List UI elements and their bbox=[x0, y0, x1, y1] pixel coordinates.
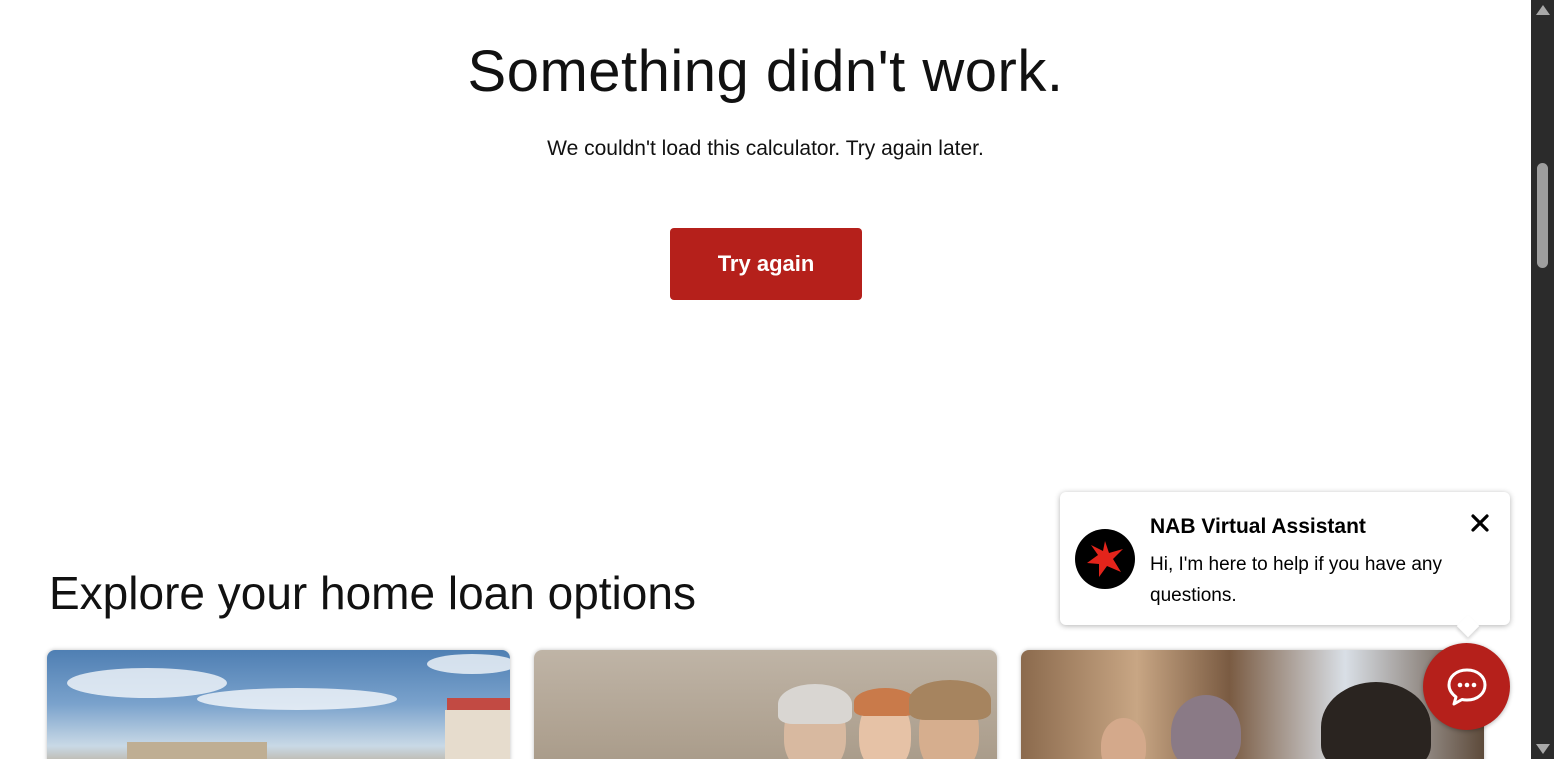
explore-section-title: Explore your home loan options bbox=[49, 567, 696, 619]
page: Something didn't work. We couldn't load … bbox=[0, 0, 1531, 759]
chat-launcher-button[interactable] bbox=[1423, 643, 1510, 730]
try-again-button[interactable]: Try again bbox=[670, 228, 862, 300]
vertical-scrollbar[interactable] bbox=[1531, 0, 1554, 759]
close-icon[interactable] bbox=[1467, 510, 1493, 536]
home-loan-card-1[interactable] bbox=[47, 650, 510, 759]
error-title: Something didn't work. bbox=[467, 39, 1064, 104]
assistant-message: Hi, I'm here to help if you have any que… bbox=[1150, 554, 1442, 606]
nab-star-logo-icon bbox=[1075, 529, 1135, 589]
assistant-title: NAB Virtual Assistant bbox=[1150, 515, 1366, 538]
chat-bubble-icon bbox=[1447, 668, 1486, 705]
virtual-assistant-popup: NAB Virtual Assistant Hi, I'm here to he… bbox=[1060, 492, 1510, 625]
home-loan-card-3[interactable] bbox=[1021, 650, 1484, 759]
scroll-down-arrow-icon[interactable] bbox=[1536, 744, 1550, 754]
family-at-home-photo bbox=[1021, 650, 1484, 759]
scrollbar-thumb[interactable] bbox=[1537, 163, 1548, 268]
error-message: We couldn't load this calculator. Try ag… bbox=[547, 137, 984, 160]
home-loan-card-2[interactable] bbox=[534, 650, 997, 759]
scroll-up-arrow-icon[interactable] bbox=[1536, 5, 1550, 15]
house-by-the-sea-photo bbox=[47, 650, 510, 759]
family-smiling-photo bbox=[534, 650, 997, 759]
